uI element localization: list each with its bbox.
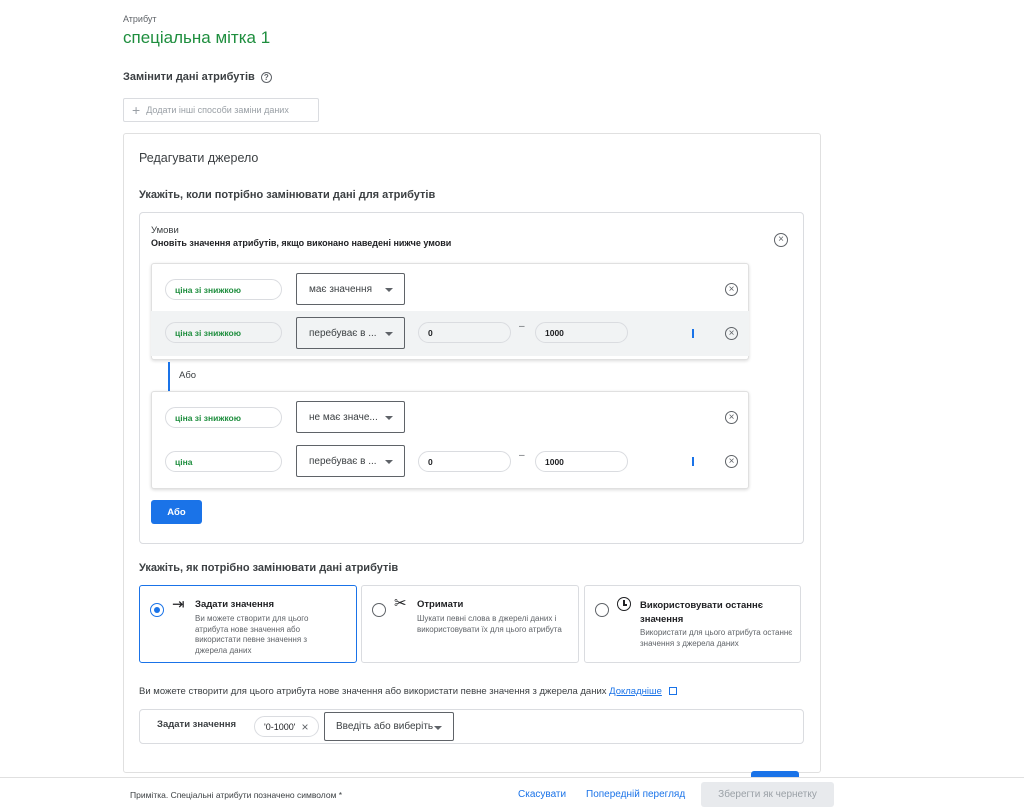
radio-last-value[interactable] — [595, 603, 609, 617]
how-replace-title: Укажіть, як потрібно замінювати дані атр… — [139, 562, 399, 574]
when-replace-title: Укажіть, коли потрібно замінювати дані д… — [139, 189, 436, 201]
external-link-icon[interactable] — [668, 687, 677, 695]
range-from-input[interactable]: 0 — [418, 451, 511, 472]
attribute-name: спеціальна мітка 1 — [123, 28, 271, 47]
option-title: Отримати — [417, 599, 464, 610]
option-title: Задати значення — [195, 599, 275, 610]
condition-operator-value: перебуває в ... — [309, 327, 377, 339]
option-last-value[interactable]: Використовувати останнє значення Викорис… — [584, 585, 801, 663]
add-replace-method-label: Додати інші способи заміни даних — [146, 105, 289, 115]
range-to-input[interactable]: 1000 — [535, 451, 628, 472]
or-connector-line — [168, 362, 170, 391]
conditions-label: Умови — [151, 225, 179, 236]
add-replace-method-button[interactable]: + Додати інші способи заміни даних — [123, 98, 319, 122]
range-from-input[interactable]: 0 — [418, 322, 511, 343]
conditions-panel — [139, 212, 804, 544]
value-chip[interactable]: '0-1000' × — [254, 716, 319, 737]
remove-condition-icon[interactable]: × — [725, 411, 738, 424]
condition-operator-dropdown[interactable]: не має значе... — [296, 401, 405, 433]
conditions-description: Оновіть значення атрибутів, якщо виконан… — [151, 238, 452, 248]
option-description: Ви можете створити для цього атрибута но… — [195, 614, 309, 655]
plus-icon: + — [132, 102, 141, 118]
attribute-caption: Атрибут — [123, 14, 157, 24]
cursor-indicator — [692, 329, 694, 338]
cancel-button[interactable]: Скасувати — [518, 789, 566, 800]
learn-more-link[interactable]: Докладніше — [609, 686, 662, 697]
radio-set-value[interactable] — [150, 603, 164, 617]
condition-operator-dropdown[interactable]: має значення — [296, 273, 405, 305]
condition-operator-value: перебуває в ... — [309, 455, 377, 467]
range-to-input[interactable]: 1000 — [535, 322, 628, 343]
preview-button[interactable]: Попередній перегляд — [586, 789, 685, 800]
caret-down-icon — [385, 416, 393, 420]
caret-down-icon — [385, 332, 393, 336]
radio-extract[interactable] — [372, 603, 386, 617]
info-line: Ви можете створити для цього атрибута но… — [139, 686, 677, 697]
remove-conditions-icon[interactable]: × — [774, 233, 788, 247]
condition-operator-dropdown[interactable]: перебуває в ... — [296, 445, 405, 477]
value-dropdown-placeholder: Введіть або виберіть — [336, 721, 434, 732]
condition-attribute-pill[interactable]: ціна — [165, 451, 282, 472]
replace-title-text: Замінити дані атрибутів — [123, 71, 255, 83]
clock-icon — [617, 597, 631, 611]
option-set-value[interactable]: ⇥ Задати значення Ви можете створити для… — [139, 585, 357, 663]
condition-operator-value: має значення — [309, 283, 372, 295]
condition-attribute-pill[interactable]: ціна зі знижкою — [165, 322, 282, 343]
info-text: Ви можете створити для цього атрибута но… — [139, 686, 607, 697]
set-value-label: Задати значення — [157, 719, 237, 730]
footer-note: Примітка. Спеціальні атрибути позначено … — [130, 790, 343, 800]
condition-attribute-pill[interactable]: ціна зі знижкою — [165, 407, 282, 428]
condition-attribute-pill[interactable]: ціна зі знижкою — [165, 279, 282, 300]
value-chip-text: '0-1000' — [264, 721, 296, 732]
option-title: Використовувати останнє значення — [640, 600, 764, 625]
condition-group-2 — [151, 391, 749, 489]
remove-condition-icon[interactable]: × — [725, 455, 738, 468]
condition-operator-dropdown[interactable]: перебуває в ... — [296, 317, 405, 349]
remove-condition-icon[interactable]: × — [725, 327, 738, 340]
option-extract[interactable]: ✂ Отримати Шукати певні слова в джерелі … — [361, 585, 579, 663]
range-dash: – — [519, 321, 525, 332]
or-connector-label: Або — [179, 370, 197, 381]
cursor-indicator — [692, 457, 694, 466]
set-value-panel — [139, 709, 804, 744]
chip-remove-icon[interactable]: × — [301, 720, 308, 734]
caret-down-icon — [385, 288, 393, 292]
option-description: Шукати певні слова в джерелі даних і вик… — [417, 614, 562, 634]
remove-condition-icon[interactable]: × — [725, 283, 738, 296]
range-dash: – — [519, 450, 525, 461]
option-description: Використати для цього атрибута останнє з… — [640, 628, 793, 648]
replace-section-title: Замінити дані атрибутів ? — [123, 71, 272, 83]
set-value-icon: ⇥ — [172, 596, 185, 613]
add-or-group-button[interactable]: Або — [151, 500, 202, 524]
value-input-dropdown[interactable]: Введіть або виберіть — [324, 712, 454, 741]
caret-down-icon — [385, 460, 393, 464]
caret-down-icon — [434, 726, 442, 730]
save-draft-button[interactable]: Зберегти як чернетку — [701, 782, 834, 807]
scissors-icon: ✂ — [394, 595, 407, 612]
condition-operator-value: не має значе... — [309, 411, 378, 423]
edit-source-title: Редагувати джерело — [139, 151, 259, 165]
help-icon[interactable]: ? — [260, 71, 272, 83]
